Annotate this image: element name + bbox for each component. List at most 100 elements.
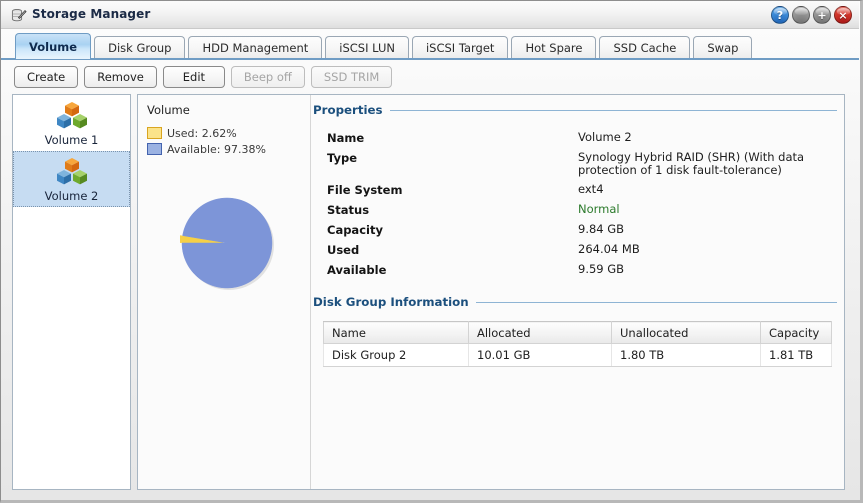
tab-bar: Volume Disk Group HDD Management iSCSI LUN i… <box>1 29 859 59</box>
cell-allocated: 10.01 GB <box>468 343 612 367</box>
tab-label: Volume <box>29 39 78 54</box>
tab-label: Swap <box>707 41 739 55</box>
properties-rule <box>389 109 837 111</box>
button-label: Create <box>27 70 66 84</box>
close-button[interactable]: × <box>834 6 852 24</box>
column-header-capacity[interactable]: Capacity <box>760 321 832 344</box>
properties-header: Properties <box>313 103 837 117</box>
property-key: Name <box>327 131 365 145</box>
property-row: Available 9.59 GB <box>327 262 837 278</box>
properties-section: Properties Name Volume 2 Type Synology Hybr… <box>313 103 837 277</box>
column-header-name[interactable]: Name <box>323 321 469 344</box>
tab-swap[interactable]: Swap <box>693 36 753 59</box>
create-button[interactable]: Create <box>14 66 79 88</box>
tab-label: iSCSI LUN <box>339 41 395 55</box>
beep-off-button: Beep off <box>230 66 305 88</box>
properties-title: Properties <box>313 103 383 117</box>
property-row: File System ext4 <box>327 182 837 198</box>
volume-chart-panel: Volume Used: 2.62% Available: 97.38% <box>138 95 310 489</box>
tab-label: SSD Cache <box>613 41 677 55</box>
help-button[interactable]: ? <box>771 6 789 24</box>
property-row: Used 264.04 MB <box>327 242 837 258</box>
usage-pie-chart <box>177 196 276 292</box>
legend-item-available: Available: 97.38% <box>147 141 266 157</box>
maximize-button-label: + <box>817 8 827 22</box>
volume-chart-title: Volume <box>147 103 190 117</box>
minimize-button-label <box>793 7 809 23</box>
legend-label-used: Used: 2.62% <box>167 126 237 140</box>
title-bar[interactable]: Storage Manager ? + × <box>1 1 859 29</box>
help-button-label: ? <box>776 8 784 22</box>
property-value: Normal <box>578 202 620 216</box>
pane-divider <box>310 95 311 489</box>
property-value: ext4 <box>578 182 604 196</box>
disk-group-table-head: Name Allocated Unallocated Capacity <box>323 321 832 344</box>
property-row: Name Volume 2 <box>327 131 837 146</box>
tab-label: Disk Group <box>108 41 172 55</box>
sidebar-item-volume-1[interactable]: Volume 1 <box>13 95 130 151</box>
legend-label-available: Available: 97.38% <box>167 142 266 156</box>
tab-iscsi-lun[interactable]: iSCSI LUN <box>325 36 409 59</box>
tab-hdd-management[interactable]: HDD Management <box>188 36 323 59</box>
tab-disk-group[interactable]: Disk Group <box>94 36 186 59</box>
tab-label: Hot Spare <box>525 41 583 55</box>
property-value: 9.84 GB <box>578 222 625 236</box>
property-key: Type <box>327 151 358 165</box>
column-header-unallocated[interactable]: Unallocated <box>611 321 761 344</box>
sidebar-item-label: Volume 2 <box>44 189 99 203</box>
disk-group-header: Disk Group Information <box>313 295 837 309</box>
pie-slice-available <box>181 197 273 289</box>
sidebar-item-volume-2[interactable]: Volume 2 <box>13 151 130 207</box>
close-button-label: × <box>838 8 848 22</box>
edit-button[interactable]: Edit <box>162 66 225 88</box>
property-row: Type Synology Hybrid RAID (SHR) (With dat… <box>327 151 837 177</box>
tab-label: iSCSI Target <box>425 41 495 55</box>
property-row: Status Normal <box>327 202 837 218</box>
property-key: Used <box>327 243 360 257</box>
cell-unallocated: 1.80 TB <box>611 343 761 367</box>
property-value: 264.04 MB <box>578 242 640 256</box>
volume-list-sidebar[interactable]: Volume 1 Volume 2 <box>12 94 131 490</box>
property-value: 9.59 GB <box>578 262 625 276</box>
volume-cubes-icon <box>54 100 90 132</box>
detail-pane: Volume Used: 2.62% Available: 97.38% Pro… <box>137 94 845 490</box>
property-value: Synology Hybrid RAID (SHR) (With data pr… <box>578 150 805 177</box>
tab-volume[interactable]: Volume <box>15 33 92 59</box>
disk-group-table[interactable]: Name Allocated Unallocated Capacity Disk Gr… <box>323 321 832 367</box>
window-title: Storage Manager <box>32 7 151 21</box>
ssd-trim-button: SSD TRIM <box>310 66 393 88</box>
button-label: Remove <box>97 70 144 84</box>
storage-disk-icon <box>10 7 27 24</box>
sidebar-item-label: Volume 1 <box>44 133 99 147</box>
storage-manager-window: Storage Manager ? + × Volume Disk Group HD… <box>0 0 863 503</box>
chart-legend: Used: 2.62% Available: 97.38% <box>147 125 266 157</box>
button-label: Edit <box>182 70 206 84</box>
property-key: Available <box>327 263 387 277</box>
tab-iscsi-target[interactable]: iSCSI Target <box>411 36 509 59</box>
disk-group-table-body: Disk Group 2 10.01 GB 1.80 TB 1.81 TB <box>323 343 832 367</box>
maximize-button[interactable]: + <box>813 6 831 24</box>
tab-hot-spare[interactable]: Hot Spare <box>511 36 597 59</box>
legend-swatch-used <box>147 127 162 139</box>
table-row[interactable]: Disk Group 2 10.01 GB 1.80 TB 1.81 TB <box>323 343 832 367</box>
button-label: SSD TRIM <box>323 70 380 84</box>
disk-group-title: Disk Group Information <box>313 295 469 309</box>
tab-list: Volume Disk Group HDD Management iSCSI LUN i… <box>1 29 753 59</box>
property-key: File System <box>327 183 403 197</box>
toolbar: Create Remove Edit Beep off SSD TRIM <box>1 61 859 93</box>
property-row: Capacity 9.84 GB <box>327 222 837 238</box>
table-header-row: Name Allocated Unallocated Capacity <box>323 321 832 344</box>
window-controls: ? + × <box>771 6 852 24</box>
disk-group-section: Disk Group Information Name Allocated Unal… <box>313 295 837 367</box>
column-header-allocated[interactable]: Allocated <box>468 321 612 344</box>
volume-cubes-icon <box>54 156 90 188</box>
property-key: Status <box>327 203 370 217</box>
tab-label: HDD Management <box>202 41 309 55</box>
tab-ssd-cache[interactable]: SSD Cache <box>599 36 691 59</box>
remove-button[interactable]: Remove <box>84 66 157 88</box>
cell-capacity: 1.81 TB <box>760 343 832 367</box>
disk-group-rule <box>475 301 837 303</box>
cell-name: Disk Group 2 <box>323 343 469 367</box>
legend-item-used: Used: 2.62% <box>147 125 266 141</box>
minimize-button[interactable] <box>792 6 810 24</box>
